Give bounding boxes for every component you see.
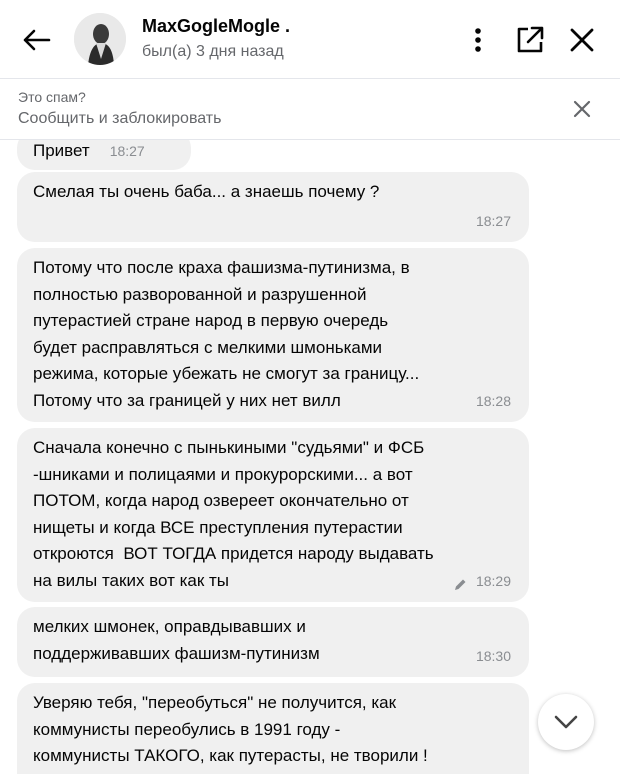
vertical-dots-icon — [475, 28, 481, 52]
chevron-down-icon — [554, 715, 578, 729]
message-time: 18:27 — [475, 212, 511, 229]
message-list[interactable]: Привет 18:27 Смелая ты очень баба... а зн… — [0, 140, 620, 774]
close-icon — [573, 100, 591, 118]
message-bubble[interactable]: Уверяю тебя, "переобуться" не получится,… — [17, 683, 529, 774]
dismiss-spam-button[interactable] — [566, 93, 598, 125]
last-seen-status: был(а) 3 дня назад — [142, 43, 284, 60]
message-bubble[interactable]: Потому что после краха фашизма-путинизма… — [17, 248, 529, 422]
message-time: 18:27 — [109, 143, 145, 159]
back-button[interactable] — [18, 22, 54, 58]
open-in-new-window-button[interactable] — [512, 22, 548, 58]
message-text: мелких шмонек, оправдывавших и поддержив… — [33, 617, 320, 663]
message-bubble[interactable]: Привет 18:27 — [17, 140, 191, 170]
contact-name[interactable]: MaxGogleMogle . — [142, 16, 290, 37]
message-text: Потому что после краха фашизма-путинизма… — [33, 258, 420, 410]
spam-banner: Это спам? Сообщить и заблокировать — [0, 79, 620, 140]
open-in-new-window-icon — [517, 26, 544, 53]
message-time: 18:30 — [475, 647, 511, 664]
message-time: 18:29 — [475, 572, 511, 589]
message-text: Привет — [33, 141, 90, 160]
chat-header: MaxGogleMogle . был(а) 3 дня назад — [0, 0, 620, 79]
message-time: 18:28 — [475, 392, 511, 409]
message-text: Смелая ты очень баба... а знаешь почему … — [33, 182, 380, 201]
report-and-block-link[interactable]: Сообщить и заблокировать — [18, 110, 221, 128]
scroll-to-bottom-button[interactable] — [538, 694, 594, 750]
close-chat-button[interactable] — [564, 22, 600, 58]
close-icon — [570, 28, 594, 52]
message-bubble[interactable]: Сначала конечно с пынькиными "судьями" и… — [17, 428, 529, 602]
avatar[interactable] — [74, 13, 126, 65]
spam-question: Это спам? — [18, 89, 86, 105]
more-options-button[interactable] — [460, 22, 496, 58]
avatar-image — [74, 13, 126, 65]
message-bubble[interactable]: Смелая ты очень баба... а знаешь почему … — [17, 172, 529, 242]
message-text: Уверяю тебя, "переобуться" не получится,… — [33, 693, 428, 765]
message-text: Сначала конечно с пынькиными "судьями" и… — [33, 438, 434, 590]
message-bubble[interactable]: мелких шмонек, оправдывавших и поддержив… — [17, 607, 529, 677]
edited-pencil-icon — [455, 579, 466, 590]
arrow-left-icon — [23, 29, 51, 51]
